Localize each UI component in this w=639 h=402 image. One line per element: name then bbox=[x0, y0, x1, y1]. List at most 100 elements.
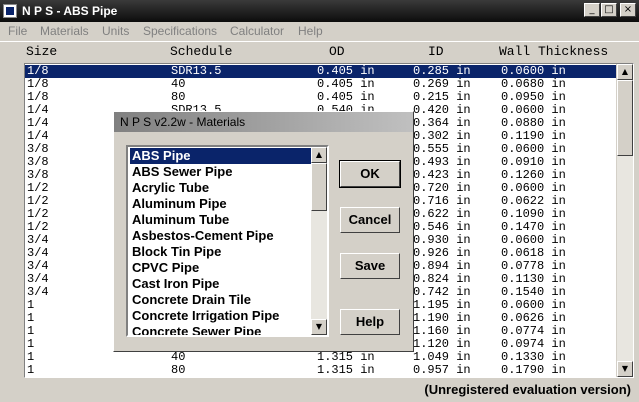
cell-size: 1/2 bbox=[27, 207, 49, 221]
scroll-up-icon[interactable]: ▲ bbox=[617, 64, 633, 80]
materials-list[interactable]: Concrete Sewer Pipe Concrete Irrigation P… bbox=[126, 145, 329, 337]
cell-size: 1/8 bbox=[27, 77, 49, 91]
table-row[interactable]: 1 40 1.315 in 1.049 in 0.1330 in bbox=[25, 351, 617, 364]
menu-help[interactable]: Help bbox=[298, 24, 323, 38]
cell-schedule: SDR13.5 bbox=[171, 64, 222, 78]
cell-id: 1.190 in bbox=[413, 311, 471, 325]
maximize-icon[interactable]: □ bbox=[601, 3, 617, 17]
cell-id: 0.269 in bbox=[413, 77, 471, 91]
column-header-size: Size bbox=[26, 44, 58, 59]
cell-id: 0.555 in bbox=[413, 142, 471, 156]
list-item[interactable]: CPVC Pipe bbox=[130, 260, 311, 276]
list-item[interactable]: ABS Sewer Pipe bbox=[130, 164, 311, 180]
cell-size: 1/8 bbox=[27, 90, 49, 104]
table-row[interactable]: 1/8 80 0.405 in 0.215 in 0.0950 in bbox=[25, 91, 617, 104]
cell-od: 0.405 in bbox=[317, 90, 375, 104]
cell-size: 3/8 bbox=[27, 142, 49, 156]
cell-wall-thickness: 0.1330 in bbox=[501, 350, 566, 364]
cell-id: 0.285 in bbox=[413, 64, 471, 78]
list-item[interactable]: Concrete Irrigation Pipe bbox=[130, 308, 311, 324]
table-row[interactable]: 1 80 1.315 in 0.957 in 0.1790 in bbox=[25, 364, 617, 377]
menu-calculator[interactable]: Calculator bbox=[230, 24, 284, 38]
cell-id: 0.364 in bbox=[413, 116, 471, 130]
app-icon bbox=[3, 4, 17, 18]
list-item[interactable]: Aluminum Tube bbox=[130, 212, 311, 228]
cell-wall-thickness: 0.1130 in bbox=[501, 272, 566, 286]
list-scroll-up-icon[interactable]: ▲ bbox=[311, 147, 327, 163]
cell-size: 1 bbox=[27, 337, 35, 351]
cell-id: 0.742 in bbox=[413, 285, 471, 299]
cell-wall-thickness: 0.1470 in bbox=[501, 220, 566, 234]
menu-materials[interactable]: Materials bbox=[40, 24, 89, 38]
list-item[interactable]: Asbestos-Cement Pipe bbox=[130, 228, 311, 244]
close-icon[interactable]: × bbox=[620, 3, 636, 17]
cell-id: 1.195 in bbox=[413, 298, 471, 312]
menu-file[interactable]: File bbox=[8, 24, 27, 38]
list-item[interactable]: Block Tin Pipe bbox=[130, 244, 311, 260]
cell-wall-thickness: 0.0600 in bbox=[501, 181, 566, 195]
cell-wall-thickness: 0.0680 in bbox=[501, 77, 566, 91]
cell-wall-thickness: 0.0974 in bbox=[501, 337, 566, 351]
ok-button[interactable]: OK bbox=[339, 160, 401, 188]
cell-id: 1.049 in bbox=[413, 350, 471, 364]
table-row[interactable]: 1/8 40 0.405 in 0.269 in 0.0680 in bbox=[25, 78, 617, 91]
cell-wall-thickness: 0.0600 in bbox=[501, 233, 566, 247]
cell-size: 1/4 bbox=[27, 116, 49, 130]
cell-size: 1/2 bbox=[27, 194, 49, 208]
cell-wall-thickness: 0.0600 in bbox=[501, 298, 566, 312]
cell-wall-thickness: 0.1190 in bbox=[501, 129, 566, 143]
cell-size: 3/4 bbox=[27, 259, 49, 273]
cell-wall-thickness: 0.1090 in bbox=[501, 207, 566, 221]
list-scrollbar[interactable]: ▲ ▼ bbox=[311, 147, 327, 335]
cell-size: 3/8 bbox=[27, 168, 49, 182]
list-scroll-thumb[interactable] bbox=[311, 163, 327, 211]
cell-wall-thickness: 0.0774 in bbox=[501, 324, 566, 338]
dialog-title: N P S v2.2w - Materials bbox=[120, 115, 246, 129]
list-item[interactable]: Acrylic Tube bbox=[130, 180, 311, 196]
list-item[interactable]: ABS Pipe bbox=[129, 147, 312, 165]
help-button[interactable]: Help bbox=[340, 309, 400, 335]
materials-dialog: N P S v2.2w - Materials Concrete Sewer P… bbox=[113, 111, 414, 352]
minimize-icon[interactable]: _ bbox=[584, 3, 600, 17]
menu-bar: File Materials Units Specifications Calc… bbox=[0, 22, 639, 42]
dialog-title-bar: N P S v2.2w - Materials bbox=[114, 112, 413, 132]
save-button[interactable]: Save bbox=[340, 253, 400, 279]
table-row[interactable]: 1/8 SDR13.5 0.405 in 0.285 in 0.0600 in bbox=[25, 65, 617, 78]
scroll-thumb[interactable] bbox=[617, 80, 633, 156]
cell-wall-thickness: 0.0626 in bbox=[501, 311, 566, 325]
list-item[interactable]: Aluminum Pipe bbox=[130, 196, 311, 212]
cell-size: 1 bbox=[27, 324, 35, 338]
cell-size: 1 bbox=[27, 311, 35, 325]
cell-wall-thickness: 0.0600 in bbox=[501, 142, 566, 156]
table-scrollbar[interactable]: ▲ ▼ bbox=[616, 64, 633, 377]
cell-wall-thickness: 0.1540 in bbox=[501, 285, 566, 299]
column-header-od: OD bbox=[329, 44, 345, 59]
cell-id: 0.926 in bbox=[413, 246, 471, 260]
cell-size: 1/8 bbox=[27, 64, 49, 78]
cell-size: 3/8 bbox=[27, 155, 49, 169]
cell-size: 3/4 bbox=[27, 272, 49, 286]
menu-units[interactable]: Units bbox=[102, 24, 129, 38]
cell-size: 1/2 bbox=[27, 181, 49, 195]
column-header-schedule: Schedule bbox=[170, 44, 233, 59]
cell-id: 0.894 in bbox=[413, 259, 471, 273]
cell-wall-thickness: 0.0910 in bbox=[501, 155, 566, 169]
status-text: (Unregistered evaluation version) bbox=[424, 382, 631, 397]
column-header-id: ID bbox=[428, 44, 444, 59]
cancel-button[interactable]: Cancel bbox=[340, 207, 400, 233]
cell-od: 0.405 in bbox=[317, 77, 375, 91]
cell-wall-thickness: 0.0622 in bbox=[501, 194, 566, 208]
list-scroll-down-icon[interactable]: ▼ bbox=[311, 319, 327, 335]
cell-schedule: 40 bbox=[171, 350, 186, 364]
cell-size: 3/4 bbox=[27, 285, 49, 299]
cell-size: 3/4 bbox=[27, 246, 49, 260]
scroll-down-icon[interactable]: ▼ bbox=[617, 361, 633, 377]
cell-id: 0.824 in bbox=[413, 272, 471, 286]
list-item[interactable]: Concrete Drain Tile bbox=[130, 292, 311, 308]
cell-size: 1/4 bbox=[27, 129, 49, 143]
list-item[interactable]: Cast Iron Pipe bbox=[130, 276, 311, 292]
list-item[interactable]: Concrete Sewer Pipe bbox=[130, 324, 311, 335]
menu-specifications[interactable]: Specifications bbox=[143, 24, 217, 38]
cell-od: 1.315 in bbox=[317, 350, 375, 364]
cell-schedule: 80 bbox=[171, 363, 186, 377]
